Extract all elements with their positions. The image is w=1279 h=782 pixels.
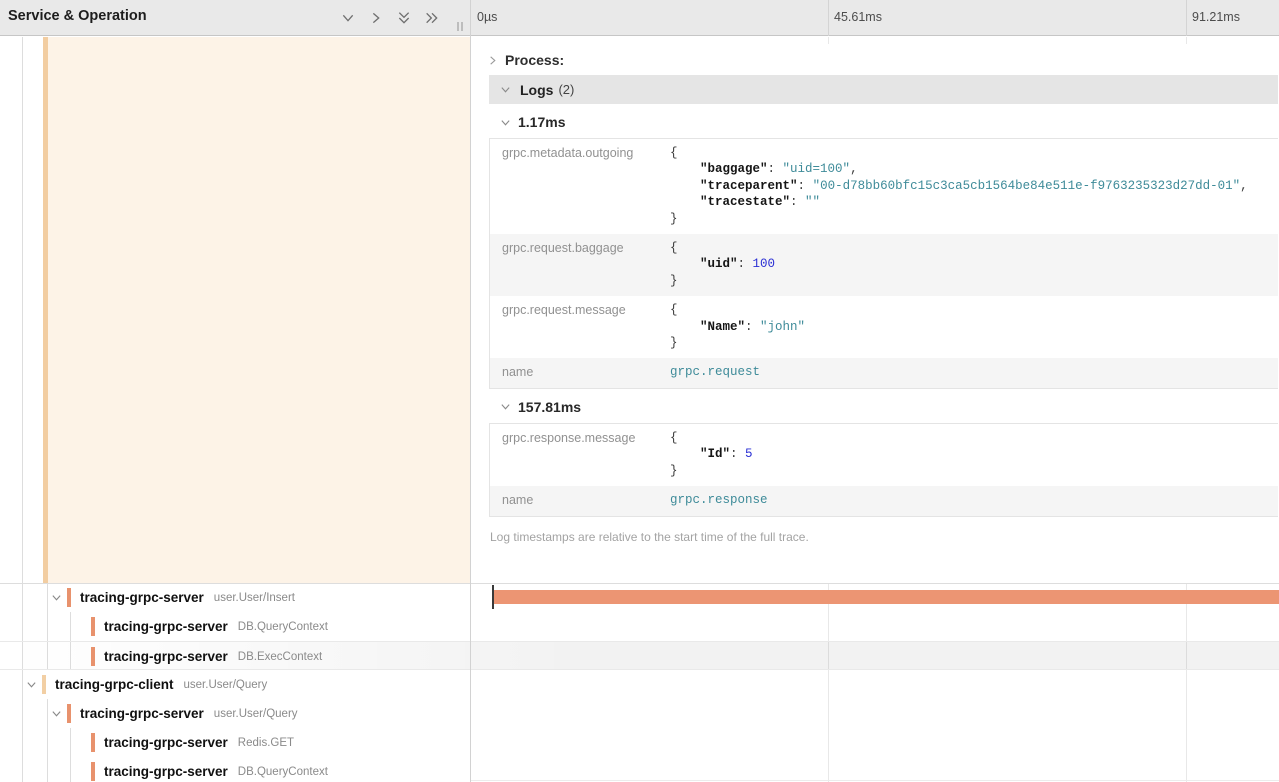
service-operation-header: Service & Operation bbox=[0, 0, 470, 36]
log-field-key: grpc.metadata.outgoing bbox=[490, 139, 670, 234]
process-section-label: Process: bbox=[505, 52, 564, 68]
log-field-value: grpc.response bbox=[670, 486, 774, 515]
logs-section-label: Logs bbox=[520, 82, 553, 98]
log-field-row: namegrpc.response bbox=[490, 486, 1278, 515]
chevron-down-icon bbox=[500, 84, 511, 95]
span-name-cell[interactable]: tracing-grpc-server user.User/Query bbox=[0, 699, 470, 728]
span-tree-chevron-icon[interactable] bbox=[51, 708, 67, 719]
log-field-key: name bbox=[490, 358, 670, 387]
span-row[interactable]: tracing-grpc-server Redis.GET bbox=[0, 728, 1279, 757]
operation-name: Redis.GET bbox=[238, 737, 294, 749]
logs-section-toggle[interactable]: Logs (2) bbox=[489, 75, 1278, 104]
ruler-tick-label: 0µs bbox=[477, 10, 497, 24]
log-field-row: namegrpc.request bbox=[490, 358, 1278, 387]
span-name-cell[interactable]: tracing-grpc-server DB.ExecContext bbox=[0, 642, 470, 671]
span-start-tick bbox=[492, 585, 494, 609]
service-color-bar bbox=[91, 733, 95, 752]
span-name-cell[interactable]: tracing-grpc-server Redis.GET bbox=[0, 728, 470, 757]
service-name: tracing-grpc-server bbox=[104, 619, 228, 634]
log-field-key: grpc.response.message bbox=[490, 424, 670, 486]
ruler-tick-line bbox=[828, 0, 829, 36]
chevron-down-icon bbox=[500, 117, 511, 128]
service-color-bar bbox=[91, 647, 95, 666]
log-entries: 1.17ms grpc.metadata.outgoing{ "baggage":… bbox=[471, 114, 1279, 517]
chevron-down-icon[interactable] bbox=[340, 10, 356, 26]
pane-divider[interactable] bbox=[470, 0, 471, 782]
service-name: tracing-grpc-server bbox=[80, 590, 204, 605]
operation-name: DB.QueryContext bbox=[238, 621, 328, 633]
log-field-row: grpc.metadata.outgoing{ "baggage": "uid=… bbox=[490, 139, 1278, 234]
service-operation-title: Service & Operation bbox=[8, 8, 147, 24]
log-field-value: { "uid": 100} bbox=[670, 234, 781, 296]
span-row[interactable]: tracing-grpc-server user.User/Query bbox=[0, 699, 1279, 728]
timeline-header: Service & Operation 0µs 45. bbox=[0, 0, 1279, 36]
detail-row-highlight bbox=[48, 37, 470, 583]
trace-timeline-view: Service & Operation 0µs 45. bbox=[0, 0, 1279, 782]
span-row[interactable]: tracing-grpc-server DB.QueryContext bbox=[0, 612, 1279, 641]
span-detail-panel: Process: Logs (2) 1.17ms grpc.metadata.ou… bbox=[471, 44, 1279, 583]
span-name-cell[interactable]: tracing-grpc-client user.User/Query bbox=[0, 670, 470, 699]
rows-bottom-divider bbox=[470, 780, 1279, 781]
log-fields-table: grpc.metadata.outgoing{ "baggage": "uid=… bbox=[489, 138, 1278, 389]
service-color-bar bbox=[67, 704, 71, 723]
log-field-value: { "baggage": "uid=100", "traceparent": "… bbox=[670, 139, 1254, 234]
log-field-value: { "Name": "john"} bbox=[670, 296, 811, 358]
log-fields-table: grpc.response.message{ "Id": 5}namegrpc.… bbox=[489, 423, 1278, 517]
double-chevron-down-icon[interactable] bbox=[396, 10, 412, 26]
span-rows: tracing-grpc-serveruser.User/Inserttraci… bbox=[0, 583, 1279, 782]
service-name: tracing-grpc-server bbox=[104, 764, 228, 779]
chevron-down-icon bbox=[500, 401, 511, 412]
log-timestamp: 157.81ms bbox=[518, 399, 581, 415]
operation-name: DB.ExecContext bbox=[238, 651, 322, 663]
service-name: tracing-grpc-server bbox=[80, 706, 204, 721]
span-row[interactable]: tracing-grpc-server user.User/Insert bbox=[0, 583, 1279, 612]
service-color-bar bbox=[67, 588, 71, 607]
service-name: tracing-grpc-server bbox=[104, 649, 228, 664]
process-section-toggle[interactable]: Process: bbox=[471, 44, 1279, 71]
log-entry-section: 157.81ms grpc.response.message{ "Id": 5}n… bbox=[471, 399, 1279, 517]
log-field-key: grpc.request.message bbox=[490, 296, 670, 358]
operation-name: DB.QueryContext bbox=[238, 766, 328, 778]
span-name-cell[interactable]: tracing-grpc-server user.User/Insert bbox=[0, 583, 470, 612]
log-field-value: grpc.request bbox=[670, 358, 766, 387]
operation-name: user.User/Insert bbox=[214, 592, 295, 604]
span-name-cell[interactable]: tracing-grpc-server DB.QueryContext bbox=[0, 612, 470, 641]
log-field-row: grpc.request.message{ "Name": "john"} bbox=[490, 296, 1278, 358]
span-row[interactable]: tracing-grpc-server DB.QueryContext bbox=[0, 757, 1279, 782]
operation-name: user.User/Query bbox=[214, 708, 298, 720]
service-name: tracing-grpc-client bbox=[55, 677, 174, 692]
ruler-tick-line bbox=[1186, 0, 1187, 36]
span-row[interactable]: tracing-grpc-server DB.ExecContext bbox=[0, 641, 1279, 670]
span-duration-bar[interactable] bbox=[492, 590, 1279, 604]
ruler-tick-label: 91.21ms bbox=[1192, 10, 1240, 24]
log-timestamp-toggle[interactable]: 157.81ms bbox=[500, 399, 1279, 415]
collapse-expand-controls bbox=[340, 10, 440, 26]
timeline-ruler: 0µs 45.61ms 91.21ms bbox=[471, 0, 1279, 36]
double-chevron-right-icon[interactable] bbox=[424, 10, 440, 26]
operation-name: user.User/Query bbox=[184, 679, 268, 691]
log-field-row: grpc.request.baggage{ "uid": 100} bbox=[490, 234, 1278, 296]
log-field-key: name bbox=[490, 486, 670, 515]
log-footer-note: Log timestamps are relative to the start… bbox=[490, 530, 1279, 544]
chevron-right-icon[interactable] bbox=[368, 10, 384, 26]
span-row[interactable]: tracing-grpc-client user.User/Query bbox=[0, 670, 1279, 699]
log-field-key: grpc.request.baggage bbox=[490, 234, 670, 296]
span-tree-chevron-icon[interactable] bbox=[51, 592, 67, 603]
column-resizer-grip[interactable] bbox=[457, 22, 464, 31]
log-field-value: { "Id": 5} bbox=[670, 424, 759, 486]
logs-count: (2) bbox=[558, 82, 574, 97]
service-color-bar bbox=[91, 617, 95, 636]
log-field-row: grpc.response.message{ "Id": 5} bbox=[490, 424, 1278, 486]
span-tree-chevron-icon[interactable] bbox=[26, 679, 42, 690]
chevron-right-icon bbox=[487, 55, 498, 66]
service-name: tracing-grpc-server bbox=[104, 735, 228, 750]
log-entry-section: 1.17ms grpc.metadata.outgoing{ "baggage":… bbox=[471, 114, 1279, 389]
service-color-bar bbox=[91, 762, 95, 781]
ruler-tick-label: 45.61ms bbox=[834, 10, 882, 24]
span-name-cell[interactable]: tracing-grpc-server DB.QueryContext bbox=[0, 757, 470, 782]
trace-rows-area: Process: Logs (2) 1.17ms grpc.metadata.ou… bbox=[0, 37, 1279, 782]
log-timestamp: 1.17ms bbox=[518, 114, 565, 130]
log-timestamp-toggle[interactable]: 1.17ms bbox=[500, 114, 1279, 130]
service-color-bar bbox=[42, 675, 46, 694]
